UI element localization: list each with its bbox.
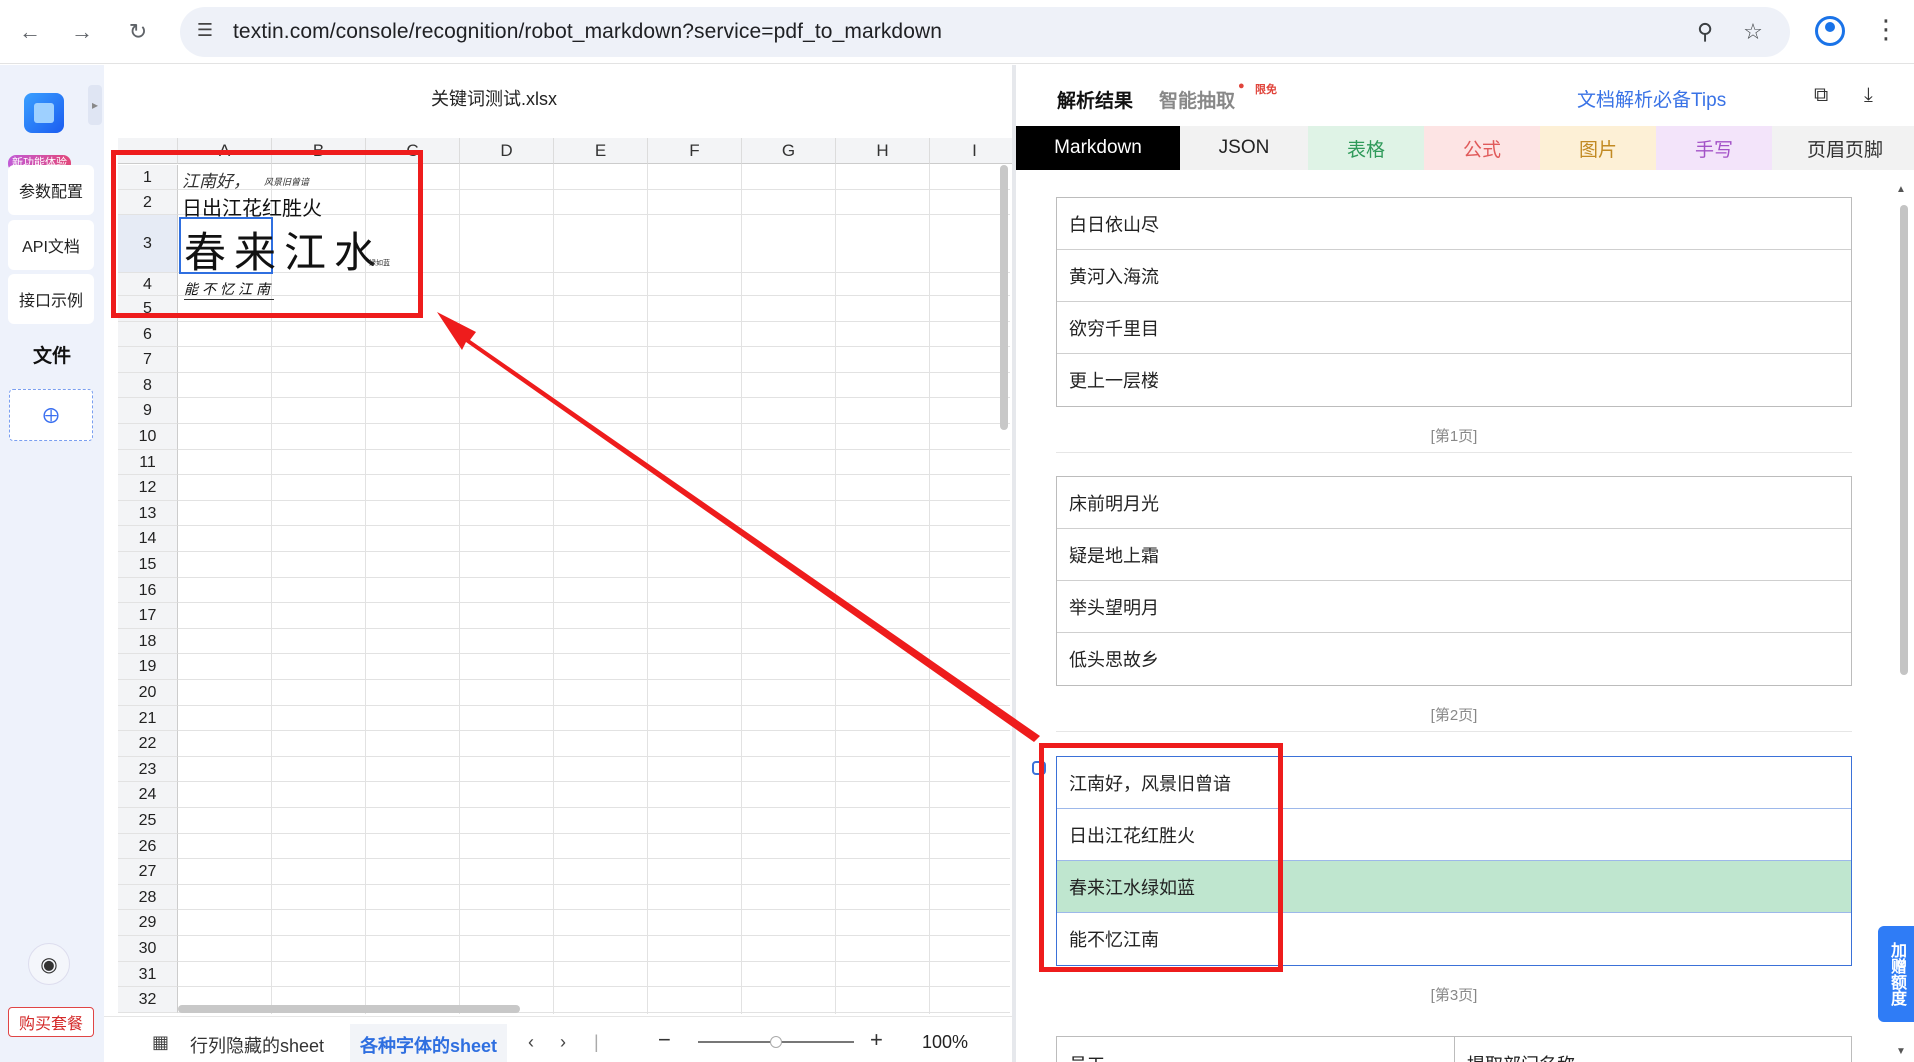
annotation-arrow [437,312,1040,742]
